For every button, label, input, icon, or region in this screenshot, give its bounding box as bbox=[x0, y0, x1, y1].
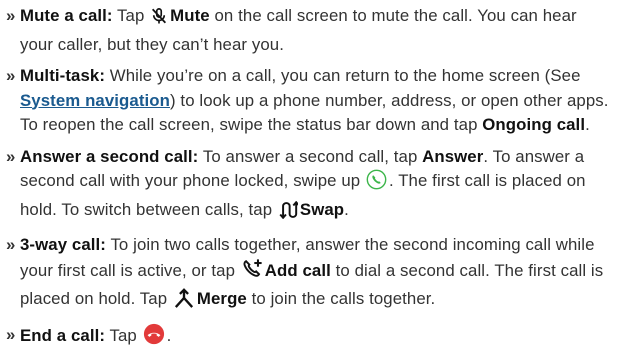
swap-icon bbox=[278, 201, 298, 227]
ongoing-call-label: Ongoing call bbox=[482, 115, 585, 134]
item-heading: End a call: bbox=[20, 326, 105, 345]
add-call-icon bbox=[241, 258, 263, 288]
item-heading: Mute a call: bbox=[20, 6, 113, 25]
end-call-icon bbox=[143, 323, 165, 352]
bullet-marker: » bbox=[6, 4, 15, 29]
item-text: . bbox=[167, 326, 172, 345]
item-text: While you’re on a call, you can return t… bbox=[105, 66, 581, 85]
bullet-marker: » bbox=[6, 233, 15, 258]
list-item-answer-second-call: » Answer a second call: To answer a seco… bbox=[6, 145, 612, 227]
mute-label: Mute bbox=[170, 6, 210, 25]
item-text: . bbox=[344, 200, 349, 219]
item-heading: 3-way call: bbox=[20, 235, 106, 254]
answer-label: Answer bbox=[422, 147, 483, 166]
item-heading: Multi-task: bbox=[20, 66, 105, 85]
item-text: To answer a second call, tap bbox=[198, 147, 422, 166]
item-text: to join the calls together. bbox=[247, 289, 435, 308]
item-text: Tap bbox=[105, 326, 142, 345]
bullet-marker: » bbox=[6, 323, 15, 348]
system-navigation-link[interactable]: System navigation bbox=[20, 91, 170, 110]
item-text: Tap bbox=[113, 6, 150, 25]
list-item-multi-task: » Multi-task: While you’re on a call, yo… bbox=[6, 64, 612, 138]
mic-off-icon bbox=[150, 7, 168, 33]
merge-label: Merge bbox=[197, 289, 247, 308]
list-item-3-way-call: » 3-way call: To join two calls together… bbox=[6, 233, 612, 316]
answer-call-icon bbox=[366, 169, 387, 198]
item-text: . bbox=[585, 115, 590, 134]
add-call-label: Add call bbox=[265, 261, 331, 280]
bullet-marker: » bbox=[6, 64, 15, 89]
list-item-mute: » Mute a call: Tap Mute on the call scre… bbox=[6, 4, 612, 57]
list-item-end-call: » End a call: Tap . bbox=[6, 323, 612, 352]
merge-icon bbox=[173, 288, 195, 316]
item-heading: Answer a second call: bbox=[20, 147, 198, 166]
swap-label: Swap bbox=[300, 200, 344, 219]
tips-list: » Mute a call: Tap Mute on the call scre… bbox=[0, 0, 618, 352]
bullet-marker: » bbox=[6, 145, 15, 170]
